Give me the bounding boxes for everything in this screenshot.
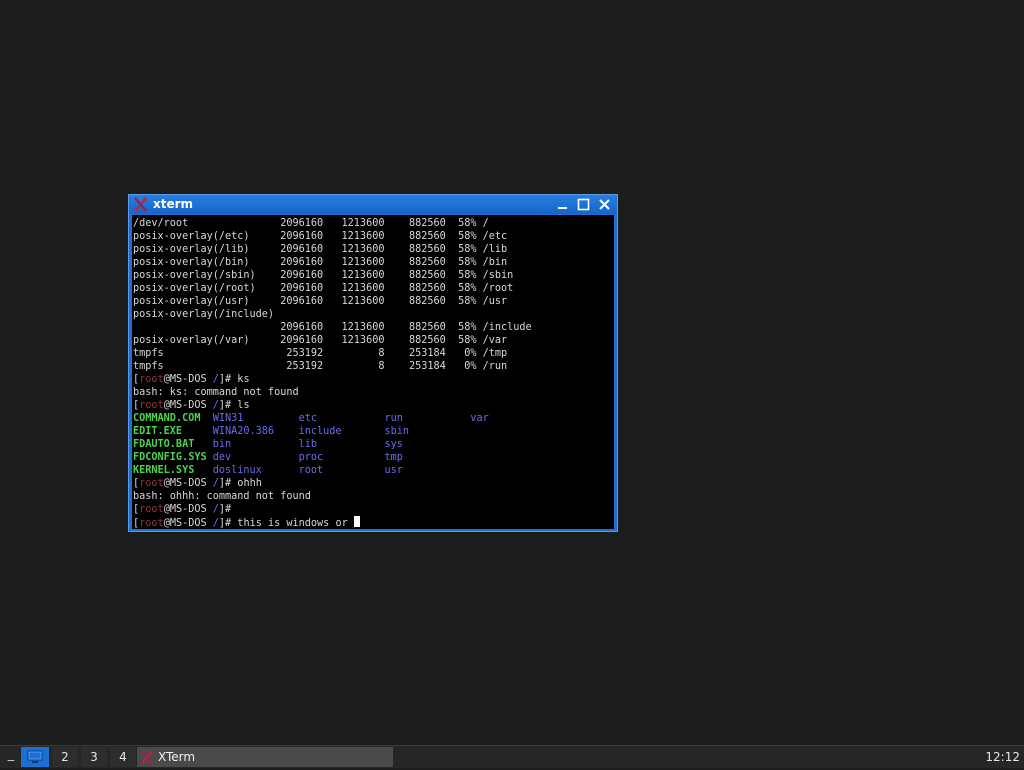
terminal-text-segment: KERNEL.SYS (133, 465, 213, 476)
terminal-text-segment: posix-overlay(/var) 2096160 1213600 8825… (133, 335, 508, 346)
terminal-output: /dev/root 2096160 1213600 882560 58% / po… (133, 217, 532, 529)
terminal-text-segment: root (139, 504, 164, 515)
terminal-line: [root@MS-DOS /]# this is windows or (133, 516, 532, 529)
terminal-line: tmpfs 253192 8 253184 0% /tmp (133, 347, 532, 360)
terminal-text-segment: 2096160 1213600 882560 58% /include (133, 322, 532, 333)
terminal-text-segment: ]# ks (218, 374, 250, 385)
terminal-text-segment: ]# ls (218, 400, 250, 411)
terminal-text-segment: @MS-DOS (163, 400, 213, 411)
taskbar-item-xterm[interactable]: XTerm (137, 747, 393, 767)
terminal-line: 2096160 1213600 882560 58% /include (133, 321, 532, 334)
terminal-text-segment: WIN31 etc run var (212, 413, 489, 424)
close-button[interactable] (597, 197, 612, 212)
terminal-line: EDIT.EXE WINA20.386 include sbin (133, 425, 532, 438)
terminal-line: [root@MS-DOS /]# (133, 503, 532, 516)
terminal-line: [root@MS-DOS /]# ks (133, 373, 532, 386)
workspace-4-button[interactable]: 4 (110, 747, 136, 767)
terminal-cursor (353, 516, 360, 527)
terminal-text-segment: ]# (218, 504, 232, 515)
terminal-text-segment: /dev/root 2096160 1213600 882560 58% / (133, 218, 489, 229)
terminal-screen[interactable]: /dev/root 2096160 1213600 882560 58% / po… (132, 215, 614, 529)
terminal-text-segment: bash: ks: command not found (133, 387, 299, 398)
terminal-line: posix-overlay(/root) 2096160 1213600 882… (133, 282, 532, 295)
terminal-text-segment: @MS-DOS (163, 478, 213, 489)
window-title: xterm (153, 197, 194, 211)
workspace-3-button[interactable]: 3 (81, 747, 107, 767)
terminal-text-segment: dev proc tmp (212, 452, 403, 463)
terminal-text-segment: ]# this is windows or (218, 518, 354, 529)
terminal-text-segment: root (139, 374, 164, 385)
terminal-line: [root@MS-DOS /]# ohhh (133, 477, 532, 490)
terminal-line: FDCONFIG.SYS dev proc tmp (133, 451, 532, 464)
terminal-line: bash: ohhh: command not found (133, 490, 532, 503)
terminal-text-segment: bin lib sys (212, 439, 403, 450)
x-logo-icon (134, 197, 147, 212)
terminal-text-segment: @MS-DOS (163, 518, 213, 529)
terminal-line: posix-overlay(/sbin) 2096160 1213600 882… (133, 269, 532, 282)
terminal-text-segment: posix-overlay(/root) 2096160 1213600 882… (133, 283, 514, 294)
terminal-line: posix-overlay(/var) 2096160 1213600 8825… (133, 334, 532, 347)
x-logo-icon (141, 750, 153, 764)
taskbar-menu-button[interactable]: _ (4, 748, 18, 766)
terminal-text-segment: posix-overlay(/sbin) 2096160 1213600 882… (133, 270, 514, 281)
terminal-line: posix-overlay(/etc) 2096160 1213600 8825… (133, 230, 532, 243)
terminal-line: bash: ks: command not found (133, 386, 532, 399)
terminal-text-segment: COMMAND.COM (133, 413, 213, 424)
terminal-text-segment: ]# ohhh (218, 478, 262, 489)
terminal-text-segment: posix-overlay(/lib) 2096160 1213600 8825… (133, 244, 508, 255)
terminal-text-segment: posix-overlay(/usr) 2096160 1213600 8825… (133, 296, 508, 307)
terminal-text-segment: posix-overlay(/bin) 2096160 1213600 8825… (133, 257, 508, 268)
terminal-line: [root@MS-DOS /]# ls (133, 399, 532, 412)
terminal-line: COMMAND.COM WIN31 etc run var (133, 412, 532, 425)
terminal-text-segment: root (139, 478, 164, 489)
terminal-text-segment: posix-overlay(/include) (133, 309, 275, 320)
terminal-text-segment: @MS-DOS (163, 374, 213, 385)
minimize-button[interactable] (555, 197, 570, 212)
terminal-line: KERNEL.SYS doslinux root usr (133, 464, 532, 477)
terminal-text-segment: WINA20.386 include sbin (212, 426, 410, 437)
terminal-text-segment: doslinux root usr (212, 465, 403, 476)
clock: 12:12 (985, 750, 1020, 764)
maximize-button[interactable] (576, 197, 591, 212)
workspace-2-button[interactable]: 2 (52, 747, 78, 767)
terminal-text-segment: FDAUTO.BAT (133, 439, 213, 450)
terminal-text-segment: @MS-DOS (163, 504, 213, 515)
terminal-text-segment: root (139, 518, 164, 529)
terminal-line: FDAUTO.BAT bin lib sys (133, 438, 532, 451)
workspace-1-button[interactable] (21, 747, 49, 767)
terminal-text-segment: bash: ohhh: command not found (133, 491, 311, 502)
terminal-line: /dev/root 2096160 1213600 882560 58% / (133, 217, 532, 230)
terminal-text-segment: posix-overlay(/etc) 2096160 1213600 8825… (133, 231, 508, 242)
terminal-line: tmpfs 253192 8 253184 0% /run (133, 360, 532, 373)
window-titlebar[interactable]: xterm (129, 195, 617, 214)
terminal-text-segment: root (139, 400, 164, 411)
terminal-line: posix-overlay(/lib) 2096160 1213600 8825… (133, 243, 532, 256)
xterm-window[interactable]: xterm /dev/root 2096160 1213600 882560 5… (128, 194, 618, 532)
terminal-text-segment: tmpfs 253192 8 253184 0% /run (133, 361, 508, 372)
taskbar-item-label: XTerm (158, 750, 196, 764)
terminal-line: posix-overlay(/include) (133, 308, 532, 321)
terminal-line: posix-overlay(/bin) 2096160 1213600 8825… (133, 256, 532, 269)
terminal-text-segment: EDIT.EXE (133, 426, 213, 437)
terminal-text-segment: FDCONFIG.SYS (133, 452, 213, 463)
taskbar: _ 2 3 4 XTerm 12:12 (0, 745, 1024, 768)
desktop-icon (27, 750, 43, 763)
terminal-text-segment: tmpfs 253192 8 253184 0% /tmp (133, 348, 508, 359)
terminal-line: posix-overlay(/usr) 2096160 1213600 8825… (133, 295, 532, 308)
